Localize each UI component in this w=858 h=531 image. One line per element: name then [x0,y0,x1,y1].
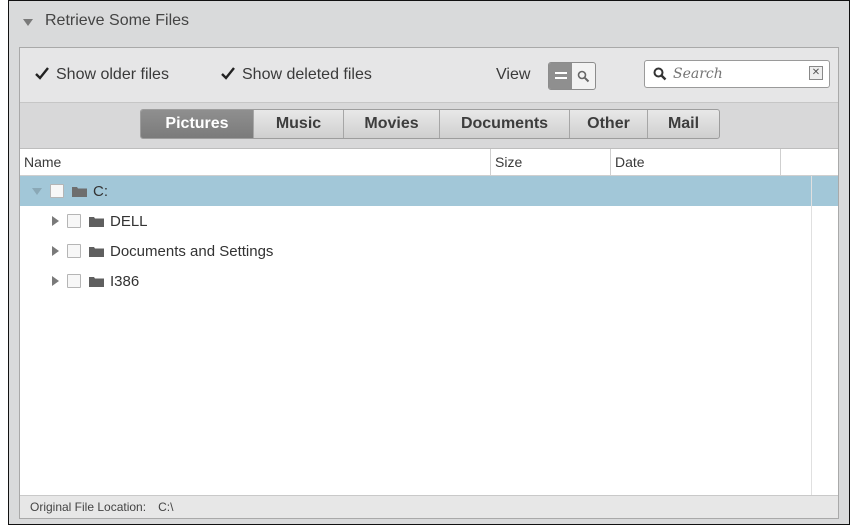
tree-row-c-drive[interactable]: C: [20,176,838,206]
collapsed-arrow-icon[interactable] [52,216,59,226]
folder-icon [89,217,104,227]
section-title: Retrieve Some Files [45,12,190,29]
collapse-triangle-icon[interactable] [23,18,33,26]
tree-row-label: DELL [110,212,148,230]
list-view-icon [554,72,567,79]
category-tabs: Pictures Music Movies Documents Other Ma… [140,109,720,139]
collapsed-arrow-icon[interactable] [52,246,59,256]
tab-other[interactable]: Other [569,110,647,138]
tree-row-dell[interactable]: DELL [20,206,838,236]
row-checkbox[interactable] [50,184,64,198]
checkmark-icon [34,67,49,82]
list-view-button[interactable] [549,63,572,89]
collapsed-arrow-icon[interactable] [52,276,59,286]
show-older-files-label: Show older files [56,66,169,83]
show-deleted-files-checkbox[interactable]: Show deleted files [220,66,372,84]
tree-row-label: Documents and Settings [110,242,274,260]
tree-row-label: I386 [110,272,140,290]
row-checkbox[interactable] [67,214,81,228]
tab-music[interactable]: Music [253,110,343,138]
retrieve-files-window: Retrieve Some Files Show older files Sho… [8,0,850,525]
checkmark-icon [220,67,235,82]
show-older-files-checkbox[interactable]: Show older files [34,66,169,84]
row-checkbox[interactable] [67,274,81,288]
tree-row-i386[interactable]: I386 [20,266,838,296]
category-tab-bar: Pictures Music Movies Documents Other Ma… [20,103,838,149]
section-header[interactable]: Retrieve Some Files [9,1,849,41]
folder-icon [89,247,104,257]
column-header-date[interactable]: Date [610,149,780,175]
file-tree: C: DELL Documents and Settings I386 [20,176,838,296]
column-header-row: Name Size Date [20,149,838,176]
clear-icon[interactable]: ✕ [809,66,823,80]
original-location-value: C:\ [158,500,174,514]
column-header-blank [780,149,838,175]
column-header-size[interactable]: Size [490,149,610,175]
view-mode-toggle [548,62,596,90]
tree-row-documents-and-settings[interactable]: Documents and Settings [20,236,838,266]
folder-icon [72,187,87,197]
tab-documents[interactable]: Documents [439,110,569,138]
search-view-button[interactable] [572,63,595,89]
show-deleted-files-label: Show deleted files [242,66,372,83]
toolbar: Show older files Show deleted files View [20,48,838,103]
vertical-scrollbar[interactable] [811,176,838,498]
search-box: ✕ [644,60,830,88]
status-footer: Original File Location: C:\ [20,495,838,518]
tab-mail[interactable]: Mail [647,110,719,138]
file-browser-panel: Show older files Show deleted files View [19,47,839,519]
expanded-arrow-icon[interactable] [32,187,42,195]
folder-icon [89,277,104,287]
original-location-label: Original File Location: [30,500,147,514]
tree-row-label: C: [93,182,108,200]
search-icon [653,67,667,81]
search-input[interactable] [673,64,793,84]
tab-movies[interactable]: Movies [343,110,439,138]
tab-pictures[interactable]: Pictures [141,110,253,138]
view-label: View [496,66,531,83]
column-header-name[interactable]: Name [24,149,490,175]
row-checkbox[interactable] [67,244,81,258]
search-view-icon [577,70,590,82]
